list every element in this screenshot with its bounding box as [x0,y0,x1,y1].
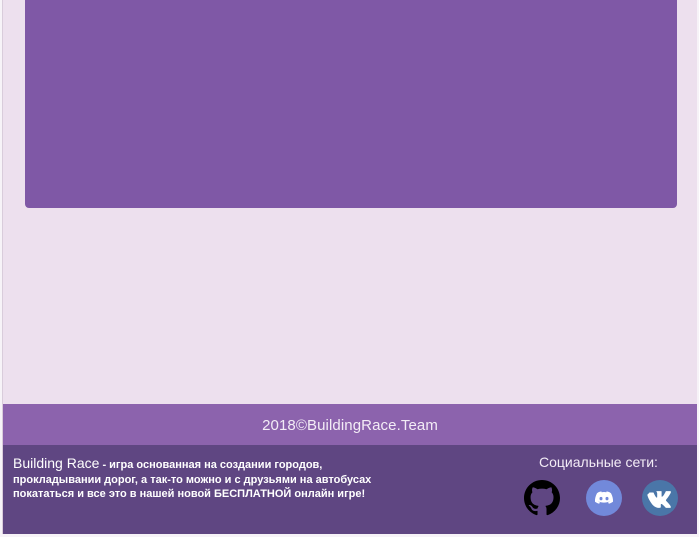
vk-icon[interactable] [642,480,678,516]
page: 2018©BuildingRace.Team Building Race - и… [0,0,699,537]
brand-separator: - [99,459,110,471]
footer-info-panel: Building Race - игра основанная на созда… [3,445,697,534]
github-icon[interactable] [524,480,560,516]
footer-copyright-bar: 2018©BuildingRace.Team [3,404,697,445]
content-panel [25,0,677,208]
social-title: Социальные сети: [539,454,658,470]
discord-icon[interactable] [586,480,622,516]
brand-name: Building Race [13,455,100,471]
about-text: Building Race - игра основанная на созда… [13,456,385,502]
copyright-text: 2018©BuildingRace.Team [262,416,438,434]
